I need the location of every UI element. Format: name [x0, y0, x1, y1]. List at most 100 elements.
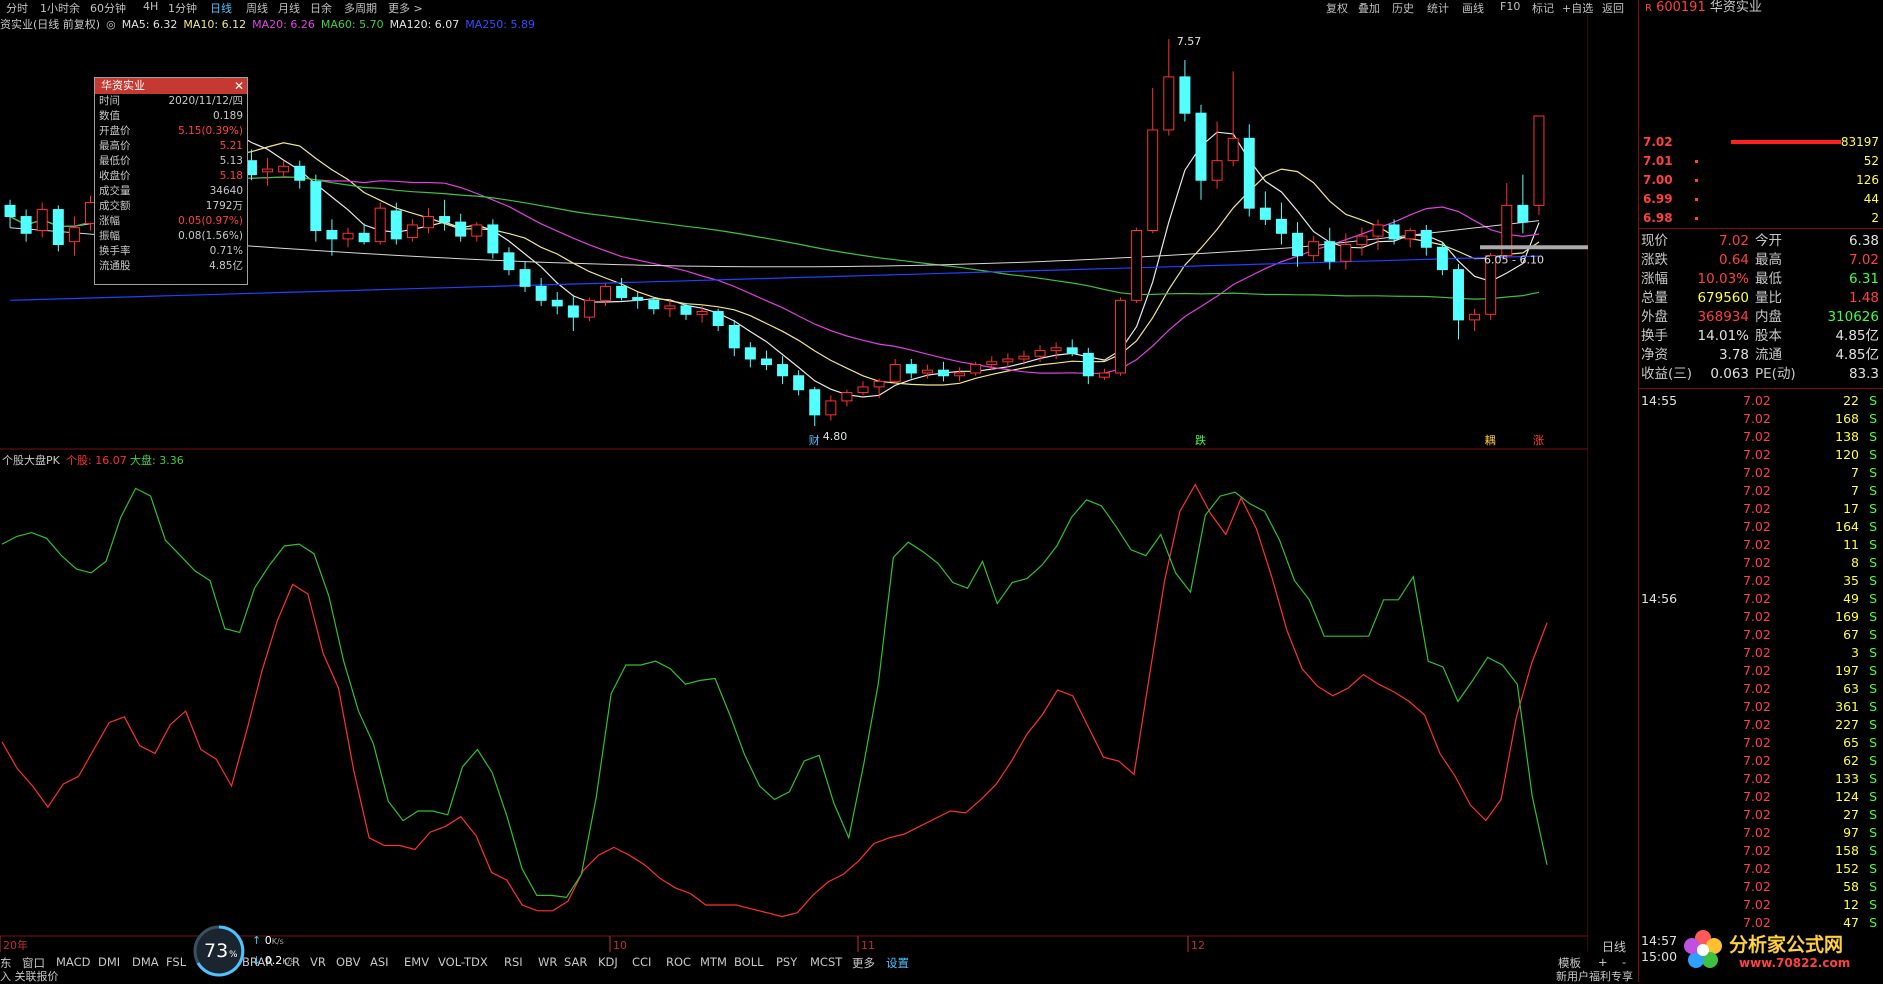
candle-down[interactable] — [616, 285, 628, 299]
candle-down[interactable] — [439, 216, 451, 223]
candle-down[interactable] — [1082, 352, 1094, 377]
indicator-tab-20[interactable]: MTM — [700, 955, 727, 969]
candle-down[interactable] — [632, 297, 644, 301]
candle-down[interactable] — [1388, 224, 1400, 240]
candle-up[interactable] — [1163, 76, 1175, 131]
candle-up[interactable] — [342, 232, 354, 240]
candle-down[interactable] — [809, 389, 821, 416]
candle-down[interactable] — [648, 299, 660, 310]
event-mark[interactable]: 耦 — [1485, 434, 1496, 447]
tool-5[interactable]: F10 — [1500, 0, 1520, 13]
indicator-tab-2[interactable]: MACD — [56, 955, 90, 969]
candle-up[interactable] — [422, 216, 434, 229]
candle-up[interactable] — [1098, 372, 1110, 378]
candle-up[interactable] — [970, 364, 982, 374]
candle-up[interactable] — [583, 299, 595, 318]
candle-down[interactable] — [1259, 207, 1271, 220]
candle-down[interactable] — [905, 364, 917, 374]
close-icon[interactable]: ✕ — [234, 78, 244, 94]
candle-up[interactable] — [1211, 160, 1223, 181]
candle-up[interactable] — [1533, 115, 1545, 206]
bottom-right-1[interactable]: + — [1598, 955, 1608, 969]
candle-up[interactable] — [278, 165, 290, 173]
candle-down[interactable] — [326, 230, 338, 240]
candle-down[interactable] — [680, 305, 692, 315]
indicator-tab-4[interactable]: DMA — [132, 955, 159, 969]
candle-up[interactable] — [1356, 235, 1368, 245]
indicator-tab-5[interactable]: FSL — [166, 955, 186, 969]
candle-up[interactable] — [262, 168, 274, 173]
candle-down[interactable] — [519, 269, 531, 287]
indicator-tab-15[interactable]: WR — [538, 955, 557, 969]
candle-up[interactable] — [696, 311, 708, 315]
candle-up[interactable] — [1131, 230, 1143, 301]
candle-down[interactable] — [1275, 218, 1287, 234]
candle-down[interactable] — [503, 252, 515, 271]
candle-up[interactable] — [873, 380, 885, 388]
candle-down[interactable] — [744, 347, 756, 360]
tool-8[interactable]: 返回 — [1602, 0, 1624, 16]
candle-up[interactable] — [1340, 243, 1352, 262]
candle-down[interactable] — [760, 358, 772, 366]
candle-up[interactable] — [1147, 129, 1159, 232]
candle-down[interactable] — [1292, 232, 1304, 257]
candle-up[interactable] — [1227, 137, 1239, 162]
candle-up[interactable] — [374, 207, 386, 243]
indicator-tab-12[interactable]: EMV — [404, 955, 429, 969]
indicator-tab-14[interactable]: RSI — [504, 955, 523, 969]
candle-up[interactable] — [857, 386, 869, 394]
candle-down[interactable] — [1324, 241, 1336, 262]
candle-down[interactable] — [712, 311, 724, 326]
candle-down[interactable] — [310, 181, 322, 232]
indicator-tab-3[interactable]: DMI — [98, 955, 120, 969]
candle-down[interactable] — [1243, 137, 1255, 209]
candle-up[interactable] — [1018, 355, 1030, 360]
candle-down[interactable] — [20, 216, 32, 234]
candle-down[interactable] — [535, 285, 547, 301]
candle-down[interactable] — [52, 209, 64, 245]
tab-3[interactable]: 4H — [143, 0, 158, 13]
indicator-tab-19[interactable]: ROC — [666, 955, 691, 969]
candle-up[interactable] — [1372, 224, 1384, 237]
candle-down[interactable] — [358, 232, 370, 243]
candle-up[interactable] — [1469, 313, 1481, 321]
indicator-tab-22[interactable]: PSY — [776, 955, 797, 969]
candle-down[interactable] — [487, 224, 499, 254]
candle-up[interactable] — [841, 392, 853, 402]
candle-down[interactable] — [793, 375, 805, 391]
candle-up[interactable] — [1404, 230, 1416, 240]
indicator-tab-25[interactable]: 设置 — [886, 955, 909, 971]
candle-down[interactable] — [390, 210, 402, 240]
candle-down[interactable] — [937, 369, 949, 377]
candle-down[interactable] — [777, 364, 789, 377]
candle-down[interactable] — [1179, 76, 1191, 114]
candle-up[interactable] — [921, 369, 933, 374]
indicator-tab-11[interactable]: ASI — [370, 955, 389, 969]
candle-up[interactable] — [1308, 241, 1320, 257]
indicator-tab-23[interactable]: MCST — [810, 955, 842, 969]
candle-up[interactable] — [1115, 299, 1127, 374]
candle-up[interactable] — [68, 227, 80, 243]
event-mark[interactable]: 跌 — [1195, 433, 1206, 447]
candle-down[interactable] — [1066, 347, 1078, 354]
event-mark[interactable]: 财 — [809, 433, 820, 447]
candle-down[interactable] — [551, 299, 563, 307]
bottom-right-2[interactable]: - — [1622, 955, 1626, 969]
indicator-tab-21[interactable]: BOLL — [734, 955, 764, 969]
candle-up[interactable] — [1002, 358, 1014, 363]
candle-down[interactable] — [1517, 204, 1529, 223]
candle-up[interactable] — [1050, 347, 1062, 352]
candle-up[interactable] — [954, 372, 966, 377]
candle-up[interactable] — [1034, 350, 1046, 357]
indicator-tab-13[interactable]: VOL-TDX — [438, 955, 488, 969]
indicator-tab-9[interactable]: VR — [310, 955, 326, 969]
candle-down[interactable] — [1420, 230, 1432, 248]
candle-up[interactable] — [600, 285, 612, 301]
indicator-tab-16[interactable]: SAR — [564, 955, 587, 969]
candle-down[interactable] — [728, 324, 740, 349]
candle-up[interactable] — [36, 209, 48, 232]
candle-down[interactable] — [4, 204, 16, 218]
event-mark[interactable]: 涨 — [1533, 434, 1544, 447]
indicator-tab-18[interactable]: CCI — [632, 955, 651, 969]
candle-down[interactable] — [1195, 112, 1207, 181]
